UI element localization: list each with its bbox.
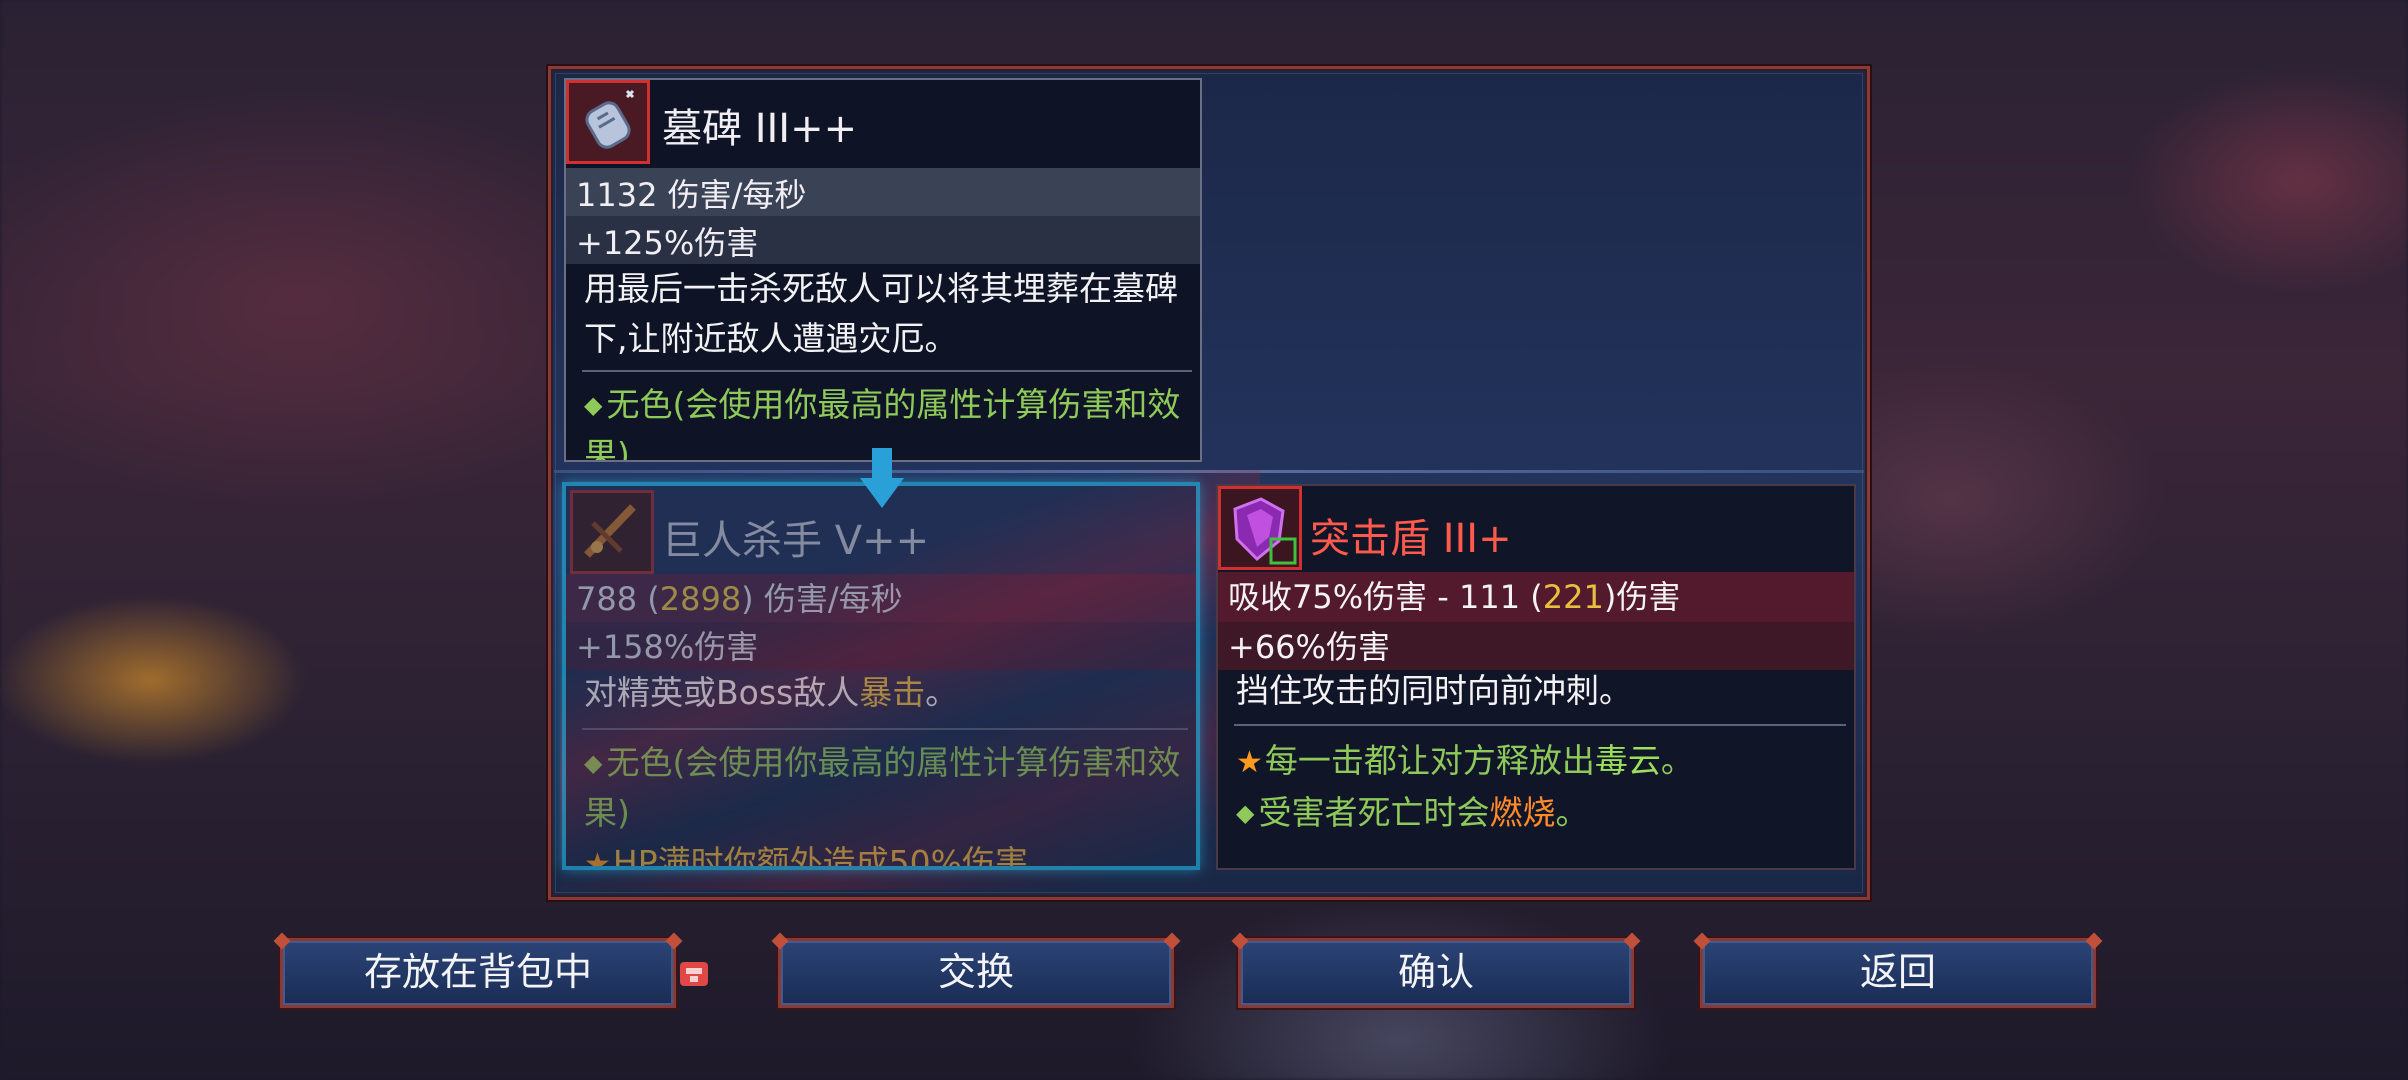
feature-suffix: 。 bbox=[1660, 741, 1694, 780]
card-separator bbox=[1234, 724, 1846, 726]
item-card-assault-shield[interactable]: 突击盾 III+ 吸收75%伤害 - 111 (221)伤害 +66%伤害 挡住… bbox=[1216, 484, 1856, 870]
tombstone-icon bbox=[566, 80, 650, 164]
item-description: 挡住攻击的同时向前冲刺。 bbox=[1236, 671, 1632, 710]
diamond-bullet-icon: ◆ bbox=[584, 749, 603, 777]
item-block-stat: 吸收75%伤害 - 111 (221)伤害 bbox=[1228, 572, 1680, 618]
item-feature-hp-full: ★HP满时你额外造成50%伤害 bbox=[584, 838, 1186, 870]
item-title: 巨人杀手 V++ bbox=[662, 518, 930, 564]
item-title: 墓碑 III++ bbox=[662, 106, 858, 152]
backpack-key-icon bbox=[680, 962, 708, 986]
feature-text: 受害者死亡时会 bbox=[1258, 793, 1490, 832]
arrow-down-icon bbox=[860, 448, 904, 508]
feature-text: 无色(会使用你最高的属性计算伤害和效果) bbox=[584, 743, 1181, 832]
item-damage-bonus: +158%伤害 bbox=[576, 628, 759, 666]
desc-prefix: 对精英或Boss敌人 bbox=[584, 673, 860, 712]
item-damage-bonus: +66%伤害 bbox=[1228, 628, 1390, 666]
item-description: 对精英或Boss敌人暴击。 bbox=[584, 668, 1182, 718]
stat-bonus: 221 bbox=[1542, 578, 1604, 616]
stat-suffix: )伤害 bbox=[1603, 578, 1681, 616]
giant-killer-icon bbox=[570, 490, 654, 574]
feature-text: 每一击都让对方释放出 bbox=[1264, 741, 1595, 780]
star-bullet-icon: ★ bbox=[584, 847, 611, 870]
diamond-bullet-icon: ◆ bbox=[584, 391, 603, 419]
feature-highlight: 燃烧 bbox=[1489, 793, 1556, 832]
dps-base: 788 ( bbox=[576, 580, 660, 618]
card-separator bbox=[582, 728, 1188, 730]
item-dps: 788 (2898) 伤害/每秒 bbox=[576, 574, 903, 620]
back-button[interactable]: 返回 bbox=[1700, 938, 2096, 1008]
item-description: 用最后一击杀死敌人可以将其埋葬在墓碑下,让附近敌人遭遇灾厄。 bbox=[584, 269, 1178, 358]
item-feature-poison-cloud: ★每一击都让对方释放出毒云。 bbox=[1236, 736, 1844, 788]
item-feature-burn: ◆ 受害者死亡时会燃烧。 bbox=[1236, 788, 1844, 838]
item-card-giant-killer[interactable]: 巨人杀手 V++ 788 (2898) 伤害/每秒 +158%伤害 对精英或Bo… bbox=[562, 482, 1200, 870]
desc-suffix: 。 bbox=[925, 673, 959, 712]
card-separator bbox=[582, 370, 1192, 372]
feature-suffix: 。 bbox=[1555, 793, 1589, 832]
diamond-bullet-icon: ◆ bbox=[1236, 799, 1255, 827]
confirm-button[interactable]: 确认 bbox=[1238, 938, 1634, 1008]
feature-text: HP满时你额外造成50%伤害 bbox=[612, 843, 1028, 870]
item-dps: 1132 伤害/每秒 bbox=[576, 176, 807, 214]
desc-highlight: 暴击 bbox=[859, 673, 926, 712]
item-feature-colorless: ◆ 无色(会使用你最高的属性计算伤害和效果) bbox=[584, 738, 1186, 838]
star-bullet-icon: ★ bbox=[1236, 745, 1263, 780]
stat-prefix: 吸收75%伤害 - 111 ( bbox=[1228, 578, 1543, 616]
store-in-backpack-button[interactable]: 存放在背包中 bbox=[280, 938, 676, 1008]
item-card-tombstone[interactable]: 墓碑 III++ 1132 伤害/每秒 +125%伤害 用最后一击杀死敌人可以将… bbox=[564, 78, 1202, 462]
dps-bonus: 2898 bbox=[659, 580, 742, 618]
item-title: 突击盾 III+ bbox=[1310, 516, 1512, 562]
assault-shield-icon bbox=[1218, 486, 1302, 570]
swap-button[interactable]: 交换 bbox=[778, 938, 1174, 1008]
item-damage-bonus: +125%伤害 bbox=[576, 224, 759, 262]
feature-highlight: 毒云 bbox=[1594, 741, 1661, 780]
dps-suffix: ) 伤害/每秒 bbox=[741, 580, 903, 618]
